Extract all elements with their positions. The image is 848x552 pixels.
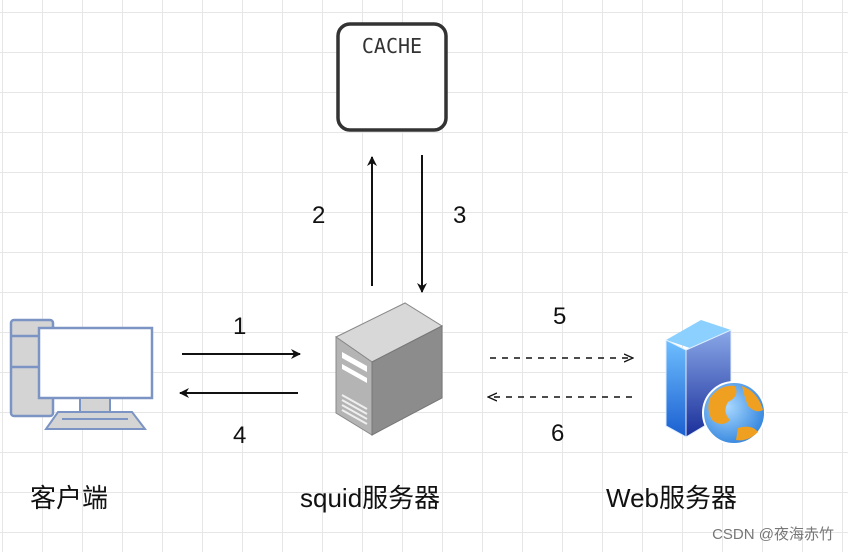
cache-label: CACHE bbox=[361, 34, 423, 58]
watermark: CSDN @夜海赤竹 bbox=[712, 526, 834, 543]
web-server-globe-icon bbox=[665, 320, 766, 445]
client-label: 客户端 bbox=[30, 483, 109, 513]
diagram-canvas: CACHE 2 3 1 4 5 6 客户端 squid服务器 Web服务器 CS… bbox=[0, 0, 848, 552]
edge-6-label: 6 bbox=[551, 420, 565, 447]
squid-server-label: squid服务器 bbox=[300, 483, 441, 513]
diagram-graphics bbox=[9, 22, 766, 445]
edge-3-label: 3 bbox=[453, 202, 467, 229]
edge-5-label: 5 bbox=[553, 303, 567, 330]
edge-2-label: 2 bbox=[312, 202, 326, 229]
web-server-label: Web服务器 bbox=[606, 483, 737, 513]
desktop-computer-icon bbox=[9, 318, 154, 430]
edge-1-label: 1 bbox=[233, 313, 247, 340]
edge-4-label: 4 bbox=[233, 422, 247, 449]
server-tower-icon bbox=[335, 302, 444, 436]
